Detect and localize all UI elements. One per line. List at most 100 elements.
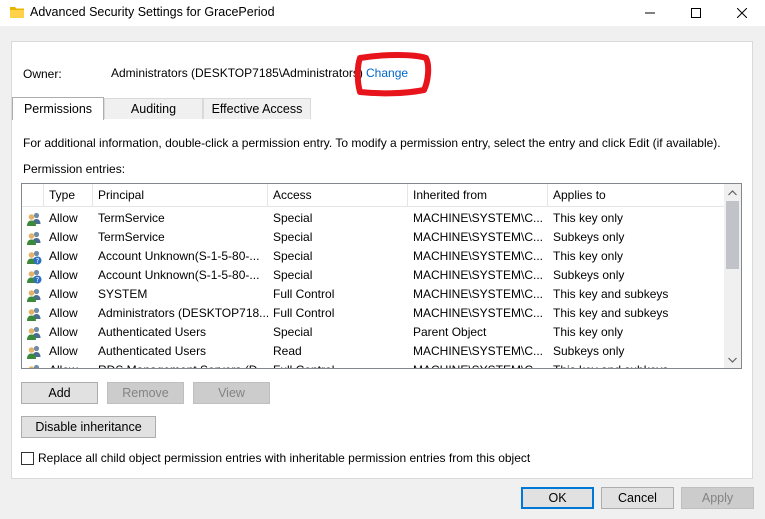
entry-applies-to: Subkeys only bbox=[553, 268, 625, 282]
entry-inherited-from: MACHINE\SYSTEM\C... bbox=[413, 211, 544, 225]
entry-type: Allow bbox=[49, 325, 78, 339]
table-row[interactable]: Allow SYSTEM Full Control MACHINE\SYSTEM\C.… bbox=[22, 285, 726, 304]
chevron-up-icon bbox=[728, 189, 737, 195]
owner-label: Owner: bbox=[23, 67, 62, 81]
group-icon bbox=[28, 364, 40, 368]
entry-inherited-from: MACHINE\SYSTEM\C... bbox=[413, 249, 544, 263]
list-header: Type Principal Access Inherited from App… bbox=[22, 184, 726, 207]
group-icon bbox=[27, 231, 41, 245]
entry-principal: Account Unknown(S-1-5-80-... bbox=[98, 249, 260, 263]
close-button[interactable] bbox=[719, 0, 765, 26]
entry-inherited-from: MACHINE\SYSTEM\C... bbox=[413, 287, 544, 301]
table-row[interactable]: ? Allow Account Unknown(S-1-5-80-... Specia… bbox=[22, 247, 726, 266]
table-row[interactable]: Allow Authenticated Users Read MACHINE\SYST… bbox=[22, 342, 726, 361]
table-row[interactable]: Allow Administrators (DESKTOP718... Full C… bbox=[22, 304, 726, 323]
entry-inherited-from: MACHINE\SYSTEM\C... bbox=[413, 230, 544, 244]
close-icon bbox=[737, 8, 747, 18]
disable-inheritance-button[interactable]: Disable inheritance bbox=[21, 416, 156, 438]
table-row[interactable]: Allow Authenticated Users Special Parent Ob… bbox=[22, 323, 726, 342]
window-title: Advanced Security Settings for GracePeri… bbox=[30, 5, 275, 19]
scrollbar-thumb[interactable] bbox=[726, 201, 739, 269]
add-button[interactable]: Add bbox=[21, 382, 98, 404]
entry-principal: Administrators (DESKTOP718... bbox=[98, 306, 268, 320]
entry-access: Full Control bbox=[273, 361, 407, 368]
entry-applies-to: This key only bbox=[553, 211, 624, 225]
minimize-icon bbox=[645, 12, 655, 14]
entry-access: Full Control bbox=[273, 306, 335, 320]
entry-type: Allow bbox=[49, 344, 78, 358]
entry-principal: TermService bbox=[98, 230, 165, 244]
title-bar: Advanced Security Settings for GracePeri… bbox=[0, 0, 765, 26]
entry-inherited-from: MACHINE\SYSTEM\C... bbox=[413, 268, 544, 282]
tab-effective-access[interactable]: Effective Access bbox=[203, 98, 311, 119]
replace-child-permissions-checkbox[interactable] bbox=[21, 452, 34, 465]
entry-access: Special bbox=[273, 268, 313, 282]
ok-button[interactable]: OK bbox=[521, 487, 594, 509]
entry-type: Allow bbox=[49, 361, 93, 368]
entry-type: Allow bbox=[49, 230, 78, 244]
scroll-up-button[interactable] bbox=[724, 184, 741, 201]
column-header-principal[interactable]: Principal bbox=[92, 184, 267, 206]
table-row[interactable]: ? Allow Account Unknown(S-1-5-80-... Specia… bbox=[22, 266, 726, 285]
entry-access: Full Control bbox=[273, 287, 335, 301]
group-icon bbox=[27, 307, 41, 321]
column-header-inherited-from[interactable]: Inherited from bbox=[407, 184, 547, 206]
table-row[interactable]: Allow TermService Special MACHINE\SYSTEM\C.… bbox=[22, 228, 726, 247]
entry-access: Special bbox=[273, 325, 313, 339]
cancel-button[interactable]: Cancel bbox=[601, 487, 674, 509]
entry-type: Allow bbox=[49, 268, 78, 282]
permission-entries-list[interactable]: Type Principal Access Inherited from App… bbox=[21, 183, 742, 369]
column-header-access[interactable]: Access bbox=[267, 184, 407, 206]
owner-value: Administrators (DESKTOP7185\Administrato… bbox=[111, 66, 363, 80]
tab-auditing[interactable]: Auditing bbox=[104, 98, 203, 119]
entry-type: Allow bbox=[49, 249, 78, 263]
entry-access: Special bbox=[273, 249, 313, 263]
maximize-icon bbox=[691, 8, 701, 18]
info-text: For additional information, double-click… bbox=[23, 136, 721, 150]
svg-text:?: ? bbox=[36, 257, 40, 265]
view-button[interactable]: View bbox=[193, 382, 270, 404]
group-icon bbox=[27, 212, 41, 226]
entry-applies-to: This key and subkeys bbox=[553, 361, 723, 368]
table-row[interactable]: Allow TermService Special MACHINE\SYSTEM\C.… bbox=[22, 209, 726, 228]
entry-principal: Authenticated Users bbox=[98, 325, 207, 339]
entry-type: Allow bbox=[49, 306, 78, 320]
group-icon bbox=[27, 288, 41, 302]
column-header-applies-to[interactable]: Applies to bbox=[547, 184, 726, 206]
scroll-down-button[interactable] bbox=[724, 351, 741, 368]
minimize-button[interactable] bbox=[627, 0, 673, 26]
entry-applies-to: Subkeys only bbox=[553, 230, 625, 244]
tab-permissions[interactable]: Permissions bbox=[12, 97, 104, 120]
column-header-type[interactable]: Type bbox=[43, 184, 92, 206]
entry-access: Read bbox=[273, 344, 302, 358]
group-icon bbox=[27, 345, 41, 359]
entry-principal: Authenticated Users bbox=[98, 344, 207, 358]
chevron-down-icon bbox=[728, 357, 737, 363]
entry-inherited-from: MACHINE\SYSTEM\C... bbox=[413, 306, 544, 320]
entry-access: Special bbox=[273, 211, 313, 225]
replace-child-permissions-label: Replace all child object permission entr… bbox=[38, 451, 531, 465]
entry-inherited-from: Parent Object bbox=[413, 325, 487, 339]
unknown-user-icon: ? bbox=[27, 250, 42, 265]
remove-button[interactable]: Remove bbox=[107, 382, 184, 404]
entry-type: Allow bbox=[49, 287, 78, 301]
entry-type: Allow bbox=[49, 211, 78, 225]
svg-text:?: ? bbox=[36, 276, 40, 284]
entry-principal: RDS Management Servers (D... bbox=[98, 361, 268, 368]
entry-applies-to: This key and subkeys bbox=[553, 306, 669, 320]
table-row[interactable]: Allow RDS Management Servers (D... Full Co… bbox=[22, 361, 726, 368]
entry-principal: TermService bbox=[98, 211, 165, 225]
permission-entries-label: Permission entries: bbox=[23, 162, 126, 176]
apply-button[interactable]: Apply bbox=[681, 487, 754, 509]
entry-principal: SYSTEM bbox=[98, 287, 148, 301]
entry-principal: Account Unknown(S-1-5-80-... bbox=[98, 268, 260, 282]
entry-applies-to: This key only bbox=[553, 325, 624, 339]
maximize-button[interactable] bbox=[673, 0, 719, 26]
vertical-scrollbar[interactable] bbox=[724, 184, 741, 368]
entry-applies-to: This key and subkeys bbox=[553, 287, 669, 301]
entry-applies-to: Subkeys only bbox=[553, 344, 625, 358]
entry-inherited-from: MACHINE\SYSTEM\C... bbox=[413, 361, 547, 368]
folder-icon bbox=[10, 7, 24, 18]
entry-inherited-from: MACHINE\SYSTEM\C... bbox=[413, 344, 544, 358]
group-icon bbox=[27, 326, 41, 340]
